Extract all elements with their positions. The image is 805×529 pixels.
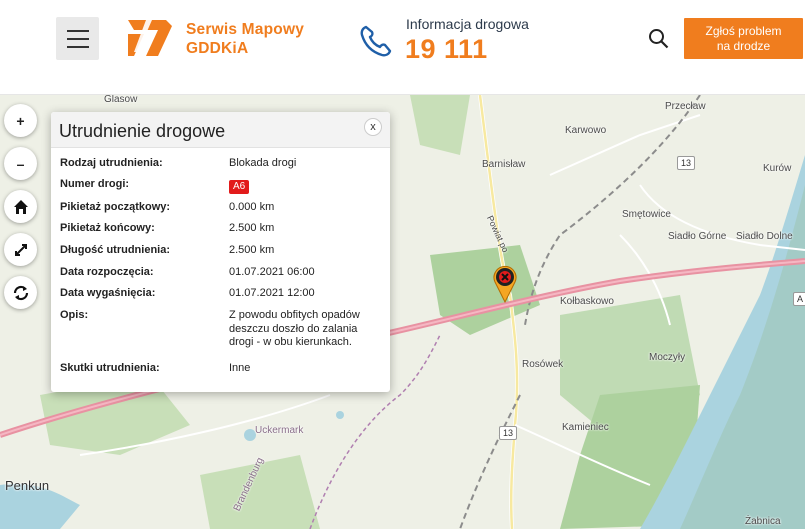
expand-icon — [14, 243, 27, 256]
road-shield-a: A — [793, 292, 805, 306]
place-siadlo-dolne: Siadło Dolne — [736, 231, 793, 242]
place-karwowo: Karwowo — [565, 125, 607, 136]
place-przeclaw: Przecław — [665, 101, 706, 112]
zoom-out-button[interactable]: – — [4, 147, 37, 180]
gddkia-logo[interactable] — [126, 16, 174, 60]
place-smetowice: Smętowice — [622, 209, 671, 220]
road-shield-13-north: 13 — [677, 156, 696, 170]
report-line2: na drodze — [716, 39, 771, 53]
menu-button[interactable] — [56, 17, 99, 60]
detail-label: Opis: — [60, 309, 89, 321]
place-penkun: Penkun — [5, 478, 50, 493]
detail-value: 01.07.2021 06:00 — [229, 266, 315, 278]
detail-label: Numer drogi: — [60, 178, 130, 190]
detail-label: Pikietaż końcowy: — [60, 222, 155, 234]
zoom-in-button[interactable]: + — [4, 104, 37, 137]
fullscreen-button[interactable] — [4, 233, 37, 266]
home-button[interactable] — [4, 190, 37, 223]
home-icon — [13, 199, 28, 214]
place-zabnica: Żabnica — [745, 516, 781, 527]
detail-label: Skutki utrudnienia: — [60, 362, 160, 374]
detail-label: Pikietaż początkowy: — [60, 201, 171, 213]
place-kolbaskowo: Kołbaskowo — [560, 296, 614, 307]
place-glasow: Glasow — [104, 95, 138, 105]
brand-line1: Serwis Mapowy — [186, 21, 305, 38]
place-kamieniec: Kamieniec — [562, 422, 609, 433]
info-label: Informacja drogowa — [406, 16, 529, 32]
detail-value: 0.000 km — [229, 201, 275, 213]
place-moczyly: Moczyły — [649, 352, 686, 363]
refresh-button[interactable] — [4, 276, 37, 309]
brand-title: Serwis Mapowy GDDKiA — [186, 20, 304, 58]
detail-value: 2.500 km — [229, 222, 275, 234]
phone-icon — [360, 25, 392, 57]
detail-label: Rodzaj utrudnienia: — [60, 157, 163, 169]
detail-value: 01.07.2021 12:00 — [229, 287, 315, 299]
place-siadlo-gorne: Siadło Górne — [668, 231, 727, 242]
detail-label: Data wygaśnięcia: — [60, 287, 156, 299]
road-shield-13-south: 13 — [499, 426, 518, 440]
info-phone-number[interactable]: 19 111 — [405, 34, 488, 65]
detail-value: Inne — [229, 362, 251, 374]
detail-label: Data rozpoczęcia: — [60, 266, 154, 278]
header: Serwis Mapowy GDDKiA Informacja drogowa … — [0, 0, 805, 95]
place-rosowek: Rosówek — [522, 359, 564, 370]
app-root: Serwis Mapowy GDDKiA Informacja drogowa … — [0, 0, 805, 529]
search-icon[interactable] — [648, 28, 669, 49]
close-button[interactable]: x — [364, 118, 382, 136]
report-problem-button[interactable]: Zgłoś problem na drodze — [684, 18, 803, 59]
brand-line2: GDDKiA — [186, 40, 249, 57]
hamburger-icon — [66, 29, 89, 32]
place-barnislaw: Barnisław — [482, 159, 526, 170]
detail-value: Blokada drogi — [229, 157, 297, 169]
detail-value: 2.500 km — [229, 244, 275, 256]
popup-title: Utrudnienie drogowe — [59, 121, 226, 141]
report-line1: Zgłoś problem — [705, 24, 782, 38]
refresh-icon — [13, 285, 28, 300]
place-kurow: Kurów — [763, 163, 792, 174]
road-number-badge: A6 — [229, 180, 250, 194]
incident-marker-icon[interactable] — [490, 264, 520, 304]
detail-value: Z powodu obfitych opadów deszczu doszło … — [229, 309, 360, 348]
detail-label: Długość utrudnienia: — [60, 244, 170, 256]
incident-popup: Utrudnienie drogowe x Rodzaj utrudnienia… — [51, 112, 390, 392]
popup-header: Utrudnienie drogowe x — [51, 112, 390, 148]
region-uckermark: Uckermark — [255, 425, 304, 436]
